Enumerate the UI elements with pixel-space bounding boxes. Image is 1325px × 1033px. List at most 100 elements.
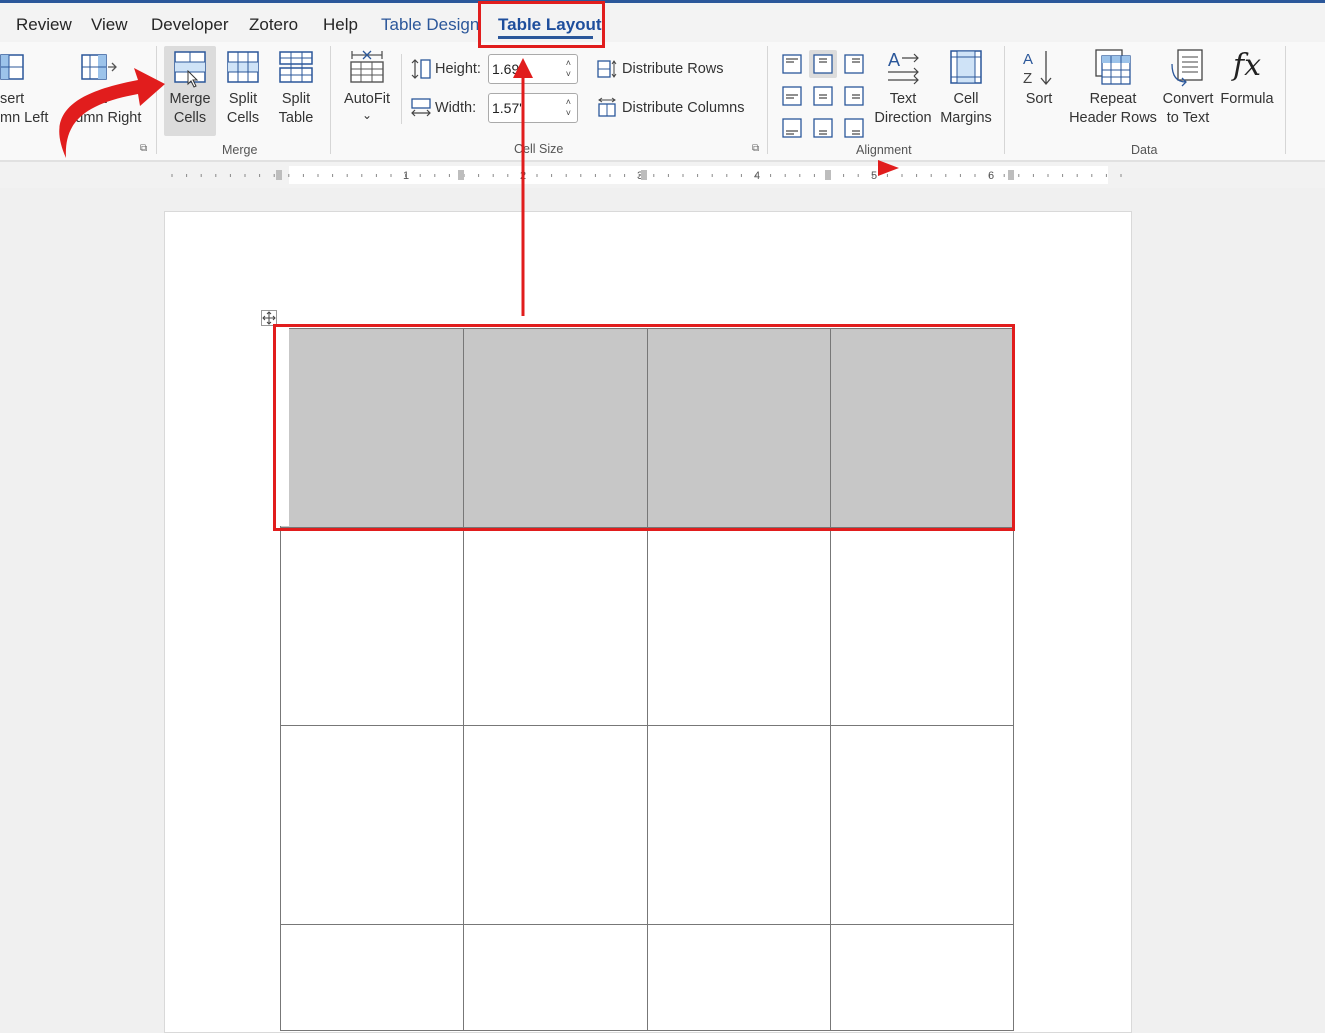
insert-right-button[interactable]: ert olumn Right (54, 52, 146, 132)
align-middle-center-icon (813, 86, 833, 106)
table-cell[interactable] (463, 527, 648, 726)
svg-text:Z: Z (1023, 70, 1032, 87)
autofit-button[interactable]: AutoFit ⌄ (338, 46, 396, 136)
group-separator (1004, 46, 1005, 154)
align-top-left-button[interactable] (778, 50, 806, 78)
table-cell[interactable] (279, 527, 465, 726)
split-table-button[interactable]: Split Table (270, 46, 322, 136)
table-cell[interactable] (829, 725, 1015, 925)
insert-left-icon (0, 54, 24, 80)
text-direction-icon: A (888, 50, 919, 85)
cell-margins-icon (950, 50, 982, 84)
table-cell[interactable] (463, 924, 648, 1031)
table-row[interactable] (279, 924, 1015, 1031)
align-middle-center-button[interactable] (809, 82, 837, 110)
sort-button[interactable]: A Z Sort (1014, 46, 1064, 136)
align-bottom-right-button[interactable] (840, 114, 868, 142)
text-direction-button[interactable]: A Text Direction (872, 46, 934, 136)
repeat-header-rows-button[interactable]: Repeat Header Rows (1068, 46, 1158, 136)
insert-right-label-2: olumn Right (64, 110, 142, 126)
align-middle-right-button[interactable] (840, 82, 868, 110)
merge-cells-label-2: Cells (173, 110, 207, 126)
convert-to-text-button[interactable]: Convert to Text (1160, 46, 1216, 136)
align-bottom-center-button[interactable] (809, 114, 837, 142)
cell-margins-label-2: Margins (940, 110, 992, 126)
autofit-icon (350, 50, 384, 83)
column-width-icon (411, 98, 431, 117)
table-cell[interactable] (279, 725, 465, 925)
align-middle-left-icon (782, 86, 802, 106)
align-middle-right-icon (844, 86, 864, 106)
distribute-rows-button[interactable]: Distribute Rows (596, 58, 746, 80)
distribute-rows-icon (597, 60, 617, 78)
table-row[interactable] (279, 725, 1015, 925)
cell-size-dialog-launcher[interactable]: ⧉ (752, 143, 759, 154)
group-separator (1285, 46, 1286, 154)
group-label-merge: Merge (222, 143, 258, 157)
insert-right-icon (81, 54, 117, 80)
text-direction-label-1: Text (889, 91, 917, 107)
table-cell[interactable] (463, 725, 648, 925)
align-top-right-button[interactable] (840, 50, 868, 78)
insert-left-label-2: mn Left (0, 110, 49, 126)
tab-zotero[interactable]: Zotero (249, 15, 298, 35)
align-top-center-button[interactable] (809, 50, 837, 78)
width-label: Width: (435, 100, 477, 116)
split-cells-icon (227, 51, 259, 83)
rows-columns-dialog-launcher[interactable]: ⧉ (140, 143, 147, 154)
cell-margins-label-1: Cell (953, 91, 979, 107)
height-spin-up-icon[interactable]: ˄ (566, 59, 571, 68)
tab-table-design[interactable]: Table Design (381, 15, 479, 35)
table-cell[interactable] (829, 527, 1015, 726)
ruler-column-marker (825, 170, 831, 180)
group-label-data: Data (1131, 143, 1158, 157)
table-row[interactable] (279, 527, 1015, 726)
table-cell[interactable] (646, 527, 831, 726)
group-separator (767, 46, 768, 154)
width-field[interactable]: 1.57" ˄ ˅ (488, 93, 578, 123)
height-spin-down-icon[interactable]: ˅ (566, 70, 571, 79)
horizontal-ruler[interactable]: 123456 (0, 162, 1325, 188)
merge-cells-button[interactable]: Merge Cells (164, 46, 216, 136)
height-field[interactable]: 1.69 ˄ ˅ (488, 54, 578, 84)
distribute-columns-button[interactable]: Distribute Columns (596, 97, 756, 119)
align-bottom-center-icon (813, 118, 833, 138)
height-label: Height: (435, 61, 481, 77)
width-spin-up-icon[interactable]: ˄ (566, 98, 571, 107)
table-cell[interactable] (646, 725, 831, 925)
align-middle-left-button[interactable] (778, 82, 806, 110)
ruler-column-marker (276, 170, 282, 180)
ruler-column-marker (1008, 170, 1014, 180)
group-separator (156, 46, 157, 154)
ruler-active-area (289, 166, 1108, 184)
insert-left-button[interactable]: sert mn Left (0, 52, 50, 132)
split-cells-button[interactable]: Split Cells (218, 46, 268, 136)
alignment-grid (778, 46, 868, 138)
tab-help[interactable]: Help (323, 15, 358, 35)
annotation-box-table-layout (478, 1, 605, 48)
merge-cells-label-1: Merge (169, 91, 211, 107)
align-bottom-left-icon (782, 118, 802, 138)
cell-margins-button[interactable]: Cell Margins (937, 46, 995, 136)
ruler-column-marker (641, 170, 647, 180)
align-top-left-icon (782, 54, 802, 74)
table-cell[interactable] (646, 924, 831, 1031)
group-separator (401, 54, 402, 124)
align-bottom-left-button[interactable] (778, 114, 806, 142)
split-table-label-1: Split (281, 91, 311, 107)
formula-button[interactable]: fx Formula (1218, 46, 1276, 136)
height-value: 1.69 (492, 61, 520, 77)
tab-view[interactable]: View (91, 15, 128, 35)
group-label-cell-size: Cell Size (514, 142, 564, 156)
ruler-number: 6 (988, 170, 994, 182)
tab-developer[interactable]: Developer (151, 15, 229, 35)
group-separator (330, 46, 331, 154)
formula-fx-icon: fx (1232, 48, 1262, 83)
width-spin-down-icon[interactable]: ˅ (566, 109, 571, 118)
mouse-cursor-icon (187, 70, 199, 88)
table-cell[interactable] (279, 924, 465, 1031)
tab-review[interactable]: Review (16, 15, 72, 35)
repeat-header-rows-icon (1095, 49, 1131, 85)
split-table-icon (279, 51, 313, 83)
table-cell[interactable] (829, 924, 1015, 1031)
